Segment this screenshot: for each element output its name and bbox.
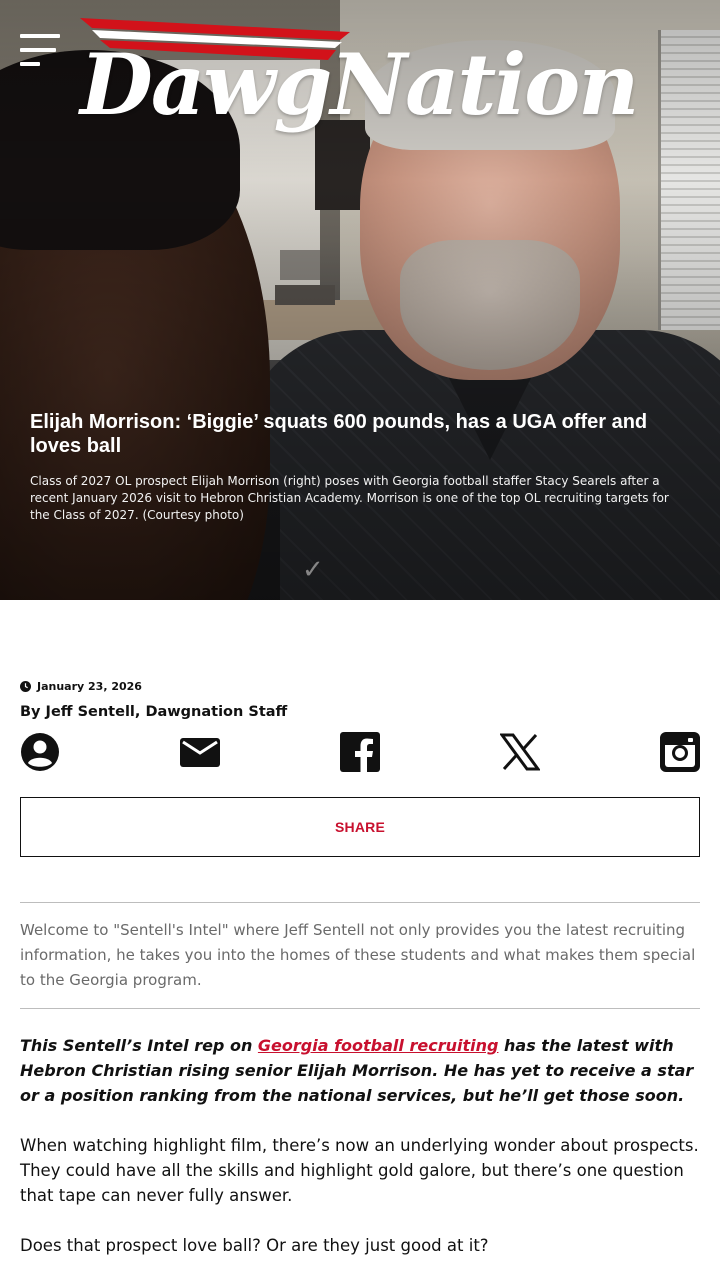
logo-wordmark: DawgNation [80,35,639,134]
divider [20,902,700,903]
clock-icon [20,681,31,692]
email-icon[interactable] [180,732,220,772]
facebook-icon[interactable] [340,732,380,772]
author-byline[interactable]: By Jeff Sentell, Dawgnation Staff [20,704,287,720]
share-button[interactable]: SHARE [20,797,700,857]
divider [20,1008,700,1009]
article-paragraph: Does that prospect love ball? Or are the… [20,1236,489,1255]
article-lede: This Sentell’s Intel rep on Georgia foot… [20,1036,694,1105]
hero-photo-caption: Class of 2027 OL prospect Elijah Morriso… [30,474,669,522]
article-paragraph: When watching highlight film, there’s no… [20,1136,699,1205]
x-icon[interactable] [500,732,540,772]
georgia-football-recruiting-link[interactable]: Georgia football recruiting [258,1036,499,1055]
site-logo[interactable]: DawgNation [80,18,639,148]
profile-icon[interactable] [20,732,60,772]
publish-date-text: January 23, 2026 [37,680,142,693]
article-headline: Elijah Morrison: ‘Biggie’ squats 600 pou… [30,411,648,457]
share-button-label: SHARE [334,819,385,835]
share-icons-row [20,732,700,774]
series-intro-text: Welcome to "Sentell's Intel" where Jeff … [20,921,696,989]
instagram-icon[interactable] [660,732,700,772]
publish-date: January 23, 2026 [20,680,142,693]
hamburger-menu-icon[interactable] [20,34,60,66]
